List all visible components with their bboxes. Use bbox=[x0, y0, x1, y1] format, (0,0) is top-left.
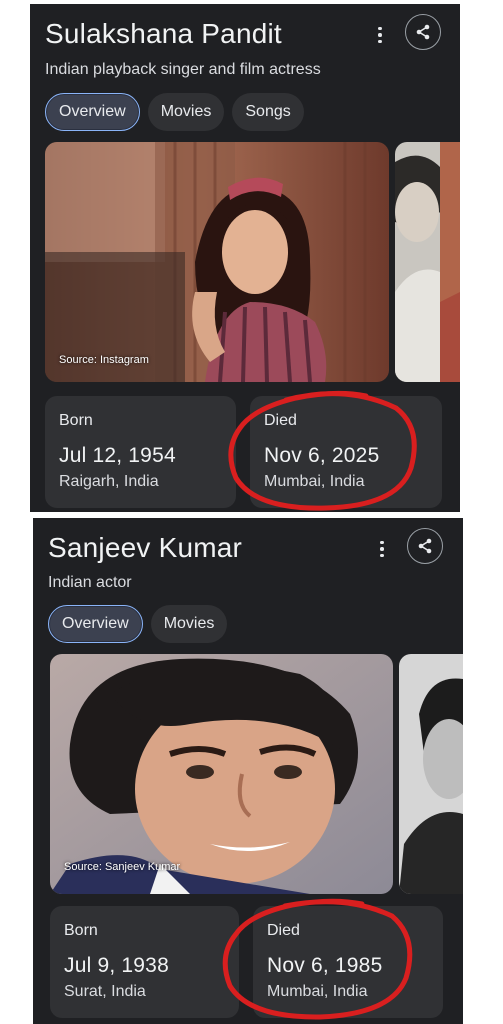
died-card[interactable]: Died Nov 6, 1985 Mumbai, India bbox=[253, 906, 443, 1018]
photo-source: Source: Sanjeev Kumar bbox=[64, 861, 181, 873]
died-place: Mumbai, India bbox=[264, 473, 365, 490]
born-place: Raigarh, India bbox=[59, 473, 159, 490]
secondary-photo[interactable] bbox=[395, 142, 460, 382]
died-card[interactable]: Died Nov 6, 2025 Mumbai, India bbox=[250, 396, 442, 508]
died-label: Died bbox=[264, 412, 297, 429]
panel-subtitle: Indian playback singer and film actress bbox=[45, 61, 321, 78]
more-vert-icon[interactable] bbox=[374, 538, 390, 560]
panel-title: Sanjeev Kumar bbox=[48, 532, 243, 563]
tab-songs[interactable]: Songs bbox=[232, 93, 304, 131]
tab-bar: Overview Movies bbox=[48, 605, 228, 643]
secondary-image bbox=[395, 142, 460, 382]
photo-source: Source: Instagram bbox=[59, 354, 149, 366]
secondary-image bbox=[399, 654, 463, 894]
born-card[interactable]: Born Jul 9, 1938 Surat, India bbox=[50, 906, 239, 1018]
share-button[interactable] bbox=[405, 14, 441, 50]
born-label: Born bbox=[59, 412, 93, 429]
died-label: Died bbox=[267, 922, 300, 939]
panel-subtitle: Indian actor bbox=[48, 574, 132, 591]
tab-movies[interactable]: Movies bbox=[150, 605, 228, 643]
main-photo[interactable]: Source: Sanjeev Kumar bbox=[50, 654, 393, 894]
portrait-image bbox=[45, 142, 389, 382]
main-photo[interactable]: Source: Instagram bbox=[45, 142, 389, 382]
born-place: Surat, India bbox=[64, 983, 146, 1000]
died-place: Mumbai, India bbox=[267, 983, 368, 1000]
knowledge-panel-sulakshana-pandit: Sulakshana Pandit Indian playback singer… bbox=[30, 4, 460, 512]
more-vert-icon[interactable] bbox=[372, 24, 388, 46]
share-button[interactable] bbox=[407, 528, 443, 564]
died-date: Nov 6, 1985 bbox=[267, 954, 383, 977]
secondary-photo[interactable] bbox=[399, 654, 463, 894]
tab-overview[interactable]: Overview bbox=[45, 93, 140, 131]
died-date: Nov 6, 2025 bbox=[264, 444, 380, 467]
tab-overview[interactable]: Overview bbox=[48, 605, 143, 643]
panel-title: Sulakshana Pandit bbox=[45, 18, 282, 49]
tab-movies[interactable]: Movies bbox=[147, 93, 225, 131]
born-card[interactable]: Born Jul 12, 1954 Raigarh, India bbox=[45, 396, 236, 508]
knowledge-panel-sanjeev-kumar: Sanjeev Kumar Indian actor Overview Movi… bbox=[33, 518, 463, 1024]
share-icon bbox=[416, 24, 430, 40]
tab-bar: Overview Movies Songs bbox=[45, 93, 304, 131]
portrait-image bbox=[50, 654, 393, 894]
share-icon bbox=[418, 538, 432, 554]
born-date: Jul 9, 1938 bbox=[64, 954, 169, 977]
born-date: Jul 12, 1954 bbox=[59, 444, 176, 467]
born-label: Born bbox=[64, 922, 98, 939]
